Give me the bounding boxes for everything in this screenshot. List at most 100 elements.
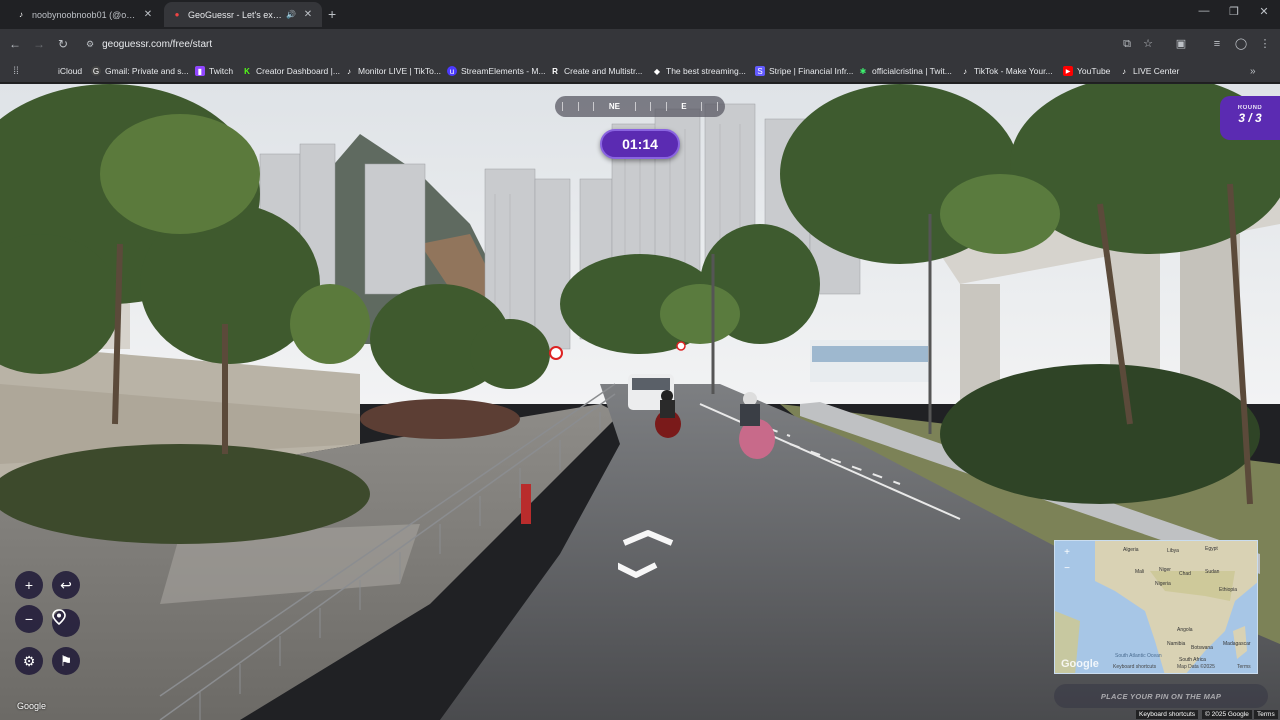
close-tab-icon[interactable]: ✕ xyxy=(142,9,154,20)
bookmark-officialcristina[interactable]: ✱ officialcristina | Twit... xyxy=(858,63,952,79)
compass-heading-ne: NE xyxy=(608,102,621,111)
browser-toolbar: ← → ↻ ⚙ geoguessr.com/free/start ⧉ ☆ ▣ ≡… xyxy=(0,29,1280,59)
bookmark-icloud[interactable]: iCloud xyxy=(44,63,82,79)
tab-tiktok[interactable]: ♪ noobynoobnoob01 (@officialc... ✕ xyxy=(8,2,162,27)
tiktok-icon: ♪ xyxy=(963,66,967,76)
map-label: Niger xyxy=(1159,567,1171,573)
map-zoom-in-icon[interactable]: + xyxy=(1061,547,1073,559)
back-icon[interactable]: ← xyxy=(7,36,23,52)
more-bookmarks-icon[interactable]: » xyxy=(1250,63,1256,79)
minimize-icon[interactable]: — xyxy=(1194,5,1214,17)
bookmark-label: YouTube xyxy=(1077,66,1111,76)
location-pin-icon xyxy=(52,609,66,625)
map-label: South Africa xyxy=(1179,657,1206,663)
site-info-icon[interactable]: ⚙ xyxy=(86,39,94,50)
map-label: Chad xyxy=(1179,571,1191,577)
new-tab-button[interactable]: + xyxy=(328,6,336,22)
flag-button[interactable]: ⚑ xyxy=(52,647,80,675)
bookmark-streaming[interactable]: ◆ The best streaming... xyxy=(652,63,746,79)
google-watermark: Google xyxy=(17,701,47,711)
undo-move-button[interactable]: ↩ xyxy=(52,571,80,599)
zoom-out-button[interactable]: − xyxy=(15,605,43,633)
bookmark-label: Create and Multistr... xyxy=(564,66,643,76)
terms-link[interactable]: Terms xyxy=(1254,710,1278,719)
map-label: Namibia xyxy=(1167,641,1186,647)
bookmark-label: Creator Dashboard |... xyxy=(256,66,340,76)
settings-button[interactable]: ⚙ xyxy=(15,647,43,675)
bookmark-label: TikTok - Make Your... xyxy=(974,66,1053,76)
reload-icon[interactable]: ↻ xyxy=(55,36,71,52)
bookmark-label: Twitch xyxy=(209,66,234,76)
place-pin-button[interactable]: PLACE YOUR PIN ON THE MAP xyxy=(1054,684,1268,708)
bookmark-label: The best streaming... xyxy=(666,66,746,76)
install-app-icon[interactable]: ⧉ xyxy=(1120,37,1134,51)
extension-icon[interactable]: ▣ xyxy=(1174,37,1188,51)
bookmark-live-center[interactable]: ♪ LIVE Center xyxy=(1119,63,1179,79)
guess-minimap[interactable]: + − Algeria Libya Egypt Mali Niger Chad … xyxy=(1054,540,1258,674)
geoguessr-pin-icon: ● xyxy=(174,10,180,19)
bookmark-twitch[interactable]: ▮ Twitch xyxy=(195,63,233,79)
bookmark-gmail[interactable]: G Gmail: Private and s... xyxy=(91,63,189,79)
audio-playing-icon[interactable]: 🔊 xyxy=(286,10,296,19)
diamond-icon: ◆ xyxy=(653,66,661,76)
map-terms-link[interactable]: Terms xyxy=(1237,664,1251,670)
map-label: Sudan xyxy=(1205,569,1220,575)
address-bar[interactable]: ⚙ geoguessr.com/free/start xyxy=(80,33,1180,55)
undo-icon: ↩ xyxy=(60,576,72,593)
kick-icon: K xyxy=(244,66,250,76)
plus-icon: + xyxy=(24,577,34,593)
round-label: ROUND xyxy=(1237,105,1263,111)
map-label: Libya xyxy=(1167,548,1179,554)
bookmark-star-icon[interactable]: ☆ xyxy=(1141,37,1155,51)
bookmark-tiktok-make[interactable]: ♪ TikTok - Make Your... xyxy=(960,63,1053,79)
tiktok-icon: ♪ xyxy=(19,10,23,19)
move-forward-arrow[interactable] xyxy=(618,529,678,581)
youtube-icon: ▶ xyxy=(1063,66,1073,76)
tab-geoguessr[interactable]: ● GeoGuessr - Let's explore th... 🔊 ✕ xyxy=(164,2,322,27)
tab-title: GeoGuessr - Let's explore th... xyxy=(188,9,282,20)
close-tab-icon[interactable]: ✕ xyxy=(302,9,314,20)
minus-icon: − xyxy=(24,611,34,627)
google-icon: G xyxy=(91,66,101,76)
media-control-icon[interactable]: ≡ xyxy=(1210,37,1224,51)
map-keyboard-shortcuts[interactable]: Keyboard shortcuts xyxy=(1113,664,1156,670)
bookmark-restream[interactable]: R Create and Multistr... xyxy=(550,63,642,79)
return-to-start-button[interactable] xyxy=(52,609,80,637)
map-label: Mali xyxy=(1135,569,1145,575)
round-value: 3 / 3 xyxy=(1238,111,1262,125)
flag-icon: ⚑ xyxy=(59,652,73,669)
profile-avatar-icon[interactable]: ◯ xyxy=(1234,37,1248,51)
bookmark-stripe[interactable]: S Stripe | Financial Infr... xyxy=(755,63,853,79)
map-zoom-out-icon[interactable]: − xyxy=(1061,563,1073,575)
map-label: South Atlantic Ocean xyxy=(1115,653,1162,659)
zoom-in-button[interactable]: + xyxy=(15,571,43,599)
gear-icon: ⚙ xyxy=(22,652,36,669)
forward-icon[interactable]: → xyxy=(31,36,47,52)
tiktok-icon: ♪ xyxy=(347,66,351,76)
bookmark-creator-dashboard[interactable]: K Creator Dashboard |... xyxy=(242,63,340,79)
bookmark-youtube[interactable]: ▶ YouTube xyxy=(1063,63,1110,79)
streetview-panorama[interactable]: NE E 01:14 ROUND 3 / 3 + ↩ − ⚙ ⚑ Google … xyxy=(0,84,1280,720)
tiktok-icon: ♪ xyxy=(1122,66,1126,76)
menu-icon[interactable]: ⋮ xyxy=(1258,37,1272,51)
bookmark-label: officialcristina | Twit... xyxy=(872,66,952,76)
map-label: Algeria xyxy=(1123,547,1139,553)
apple-icon xyxy=(44,66,54,76)
bookmark-monitor-live[interactable]: ♪ Monitor LIVE | TikTo... xyxy=(344,63,441,79)
stripe-icon: S xyxy=(755,66,765,76)
bookmarks-bar: ⁞⁞ iCloud G Gmail: Private and s... ▮ Twit… xyxy=(0,59,1280,83)
keyboard-shortcuts-link[interactable]: Keyboard shortcuts xyxy=(1136,710,1199,719)
map-label: Ethiopia xyxy=(1219,587,1238,593)
round-indicator: ROUND 3 / 3 xyxy=(1220,96,1280,140)
round-timer: 01:14 xyxy=(600,129,680,159)
streamelements-icon: u xyxy=(447,66,457,76)
browser-tab-strip: ♪ noobynoobnoob01 (@officialc... ✕ ● Geo… xyxy=(0,0,1280,29)
bookmark-streamelements[interactable]: u StreamElements - M... xyxy=(447,63,546,79)
twitch-icon: ▮ xyxy=(195,66,205,76)
apps-grid-icon[interactable]: ⁞⁞ xyxy=(11,63,25,79)
bookmark-label: StreamElements - M... xyxy=(461,66,546,76)
map-google-logo: Google xyxy=(1061,658,1099,670)
close-window-icon[interactable]: ✕ xyxy=(1254,5,1274,18)
compass-heading-e: E xyxy=(681,102,687,111)
restore-icon[interactable]: ❐ xyxy=(1224,5,1244,18)
